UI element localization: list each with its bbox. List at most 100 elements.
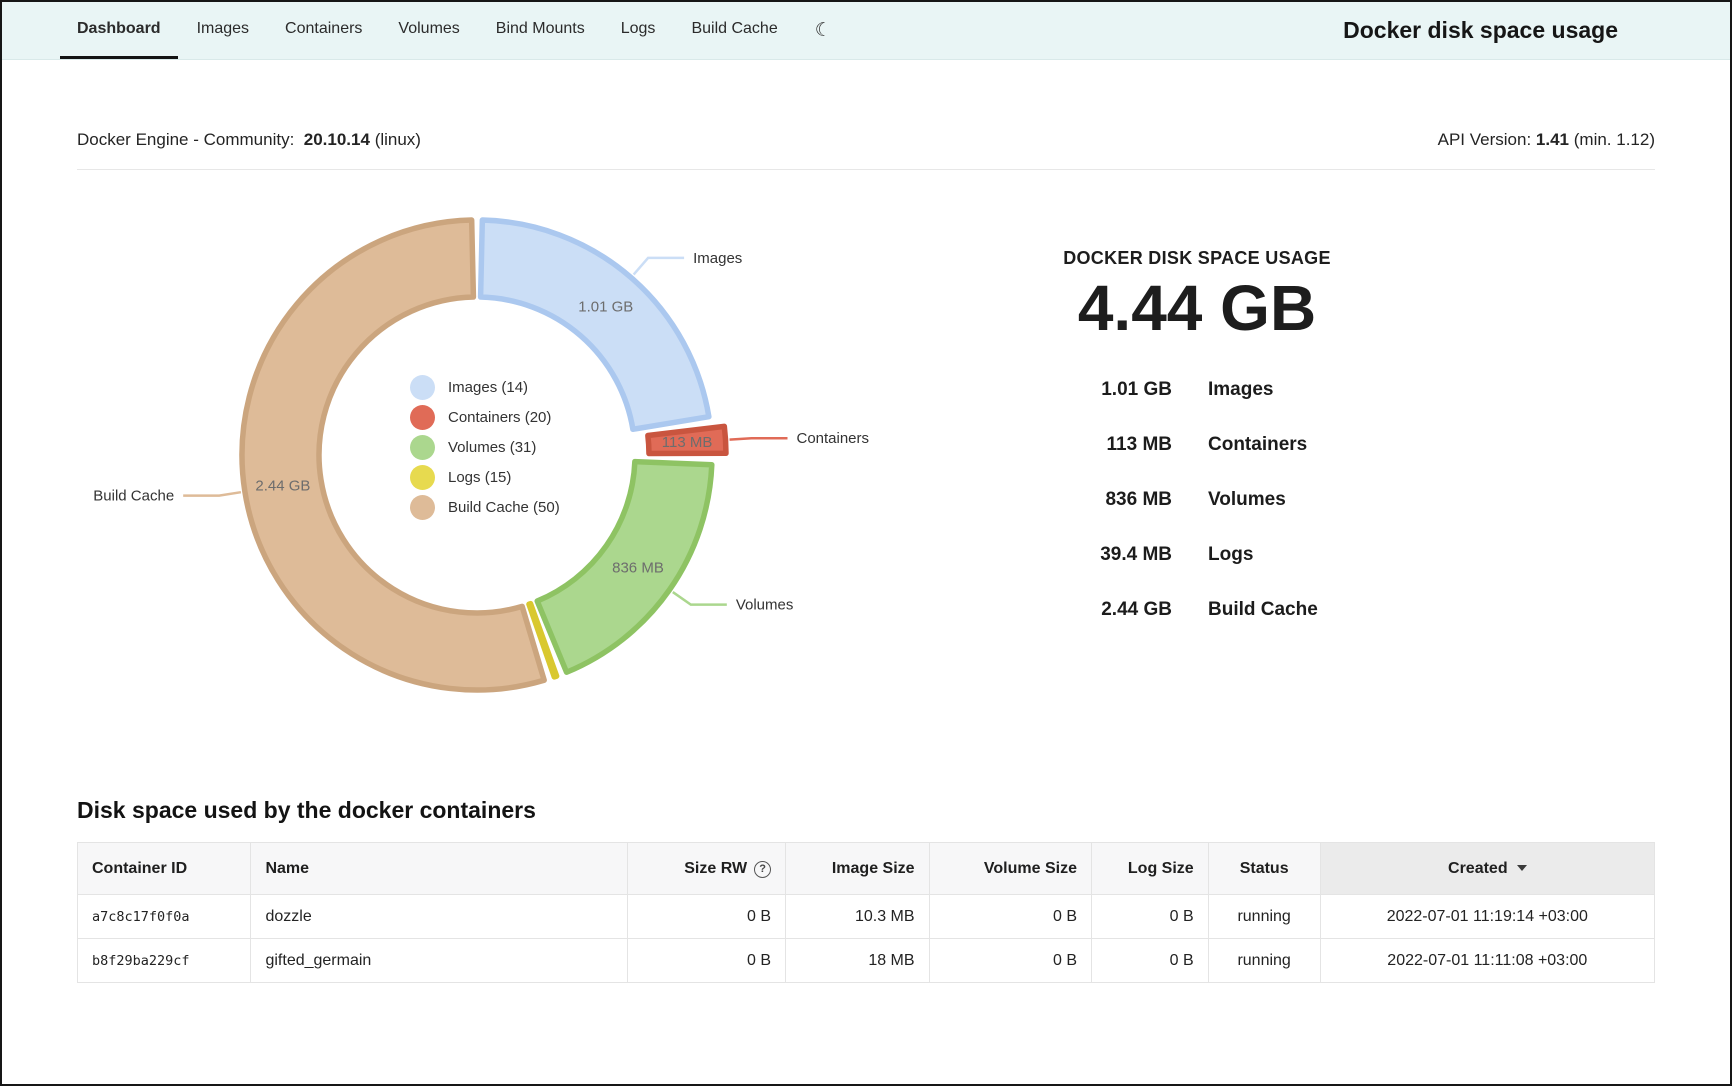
api-min-value: (min. 1.12) [1574,130,1655,149]
log-size-cell: 0 B [1091,939,1208,983]
donut-chart: 1.01 GB Images 113 MB Containers 836 MB Volum… [77,200,937,725]
summary-value: 836 MB [1022,489,1172,511]
tab-volumes[interactable]: Volumes [381,2,476,59]
legend-item-images[interactable]: Images (14) [410,372,560,402]
sort-desc-icon [1517,865,1527,871]
top-nav: Dashboard Images Containers Volumes Bind… [2,2,1730,60]
legend-label: Logs (15) [448,469,511,486]
column-header-size-rw: Size RW? [628,843,786,895]
summary-label: Images [1208,379,1452,401]
legend-label: Build Cache (50) [448,499,560,516]
engine-info-row: Docker Engine - Community: 20.10.14 (lin… [77,130,1655,150]
column-header-log-size: Log Size [1091,843,1208,895]
summary-heading: DOCKER DISK SPACE USAGE [1022,248,1452,269]
tab-dashboard[interactable]: Dashboard [60,2,178,59]
slice-name-label: Images [693,250,742,267]
summary-label: Containers [1208,434,1452,456]
created-cell: 2022-07-01 11:19:14 +03:00 [1320,895,1654,939]
slice-value-label: 836 MB [612,560,664,577]
app-window: Dashboard Images Containers Volumes Bind… [0,0,1732,1086]
legend-item-logs[interactable]: Logs (15) [410,462,560,492]
image-size-cell: 10.3 MB [786,895,930,939]
slice-value-label: 113 MB [662,434,713,451]
slice-leader-line [730,438,788,439]
help-icon[interactable]: ? [754,861,771,878]
containers-table: Container ID Name Size RW? Image Size Vo… [77,842,1655,983]
main-content: Docker Engine - Community: 20.10.14 (lin… [2,130,1730,983]
column-header-image-size: Image Size [786,843,930,895]
summary-label: Build Cache [1208,599,1452,621]
legend-label: Containers (20) [448,409,551,426]
summary-value: 39.4 MB [1022,544,1172,566]
legend-label: Images (14) [448,379,528,396]
slice-leader-line [634,258,684,275]
total-disk-usage: 4.44 GB [1022,271,1452,345]
summary-value: 1.01 GB [1022,379,1172,401]
created-label: Created [1448,860,1508,877]
summary-label: Volumes [1208,489,1452,511]
legend-label: Volumes (31) [448,439,536,456]
slice-value-label: 1.01 GB [578,299,633,316]
slice-name-label: Volumes [736,597,794,614]
moon-icon: ☾ [815,19,832,42]
container-name-cell: dozzle [251,895,628,939]
engine-version-value: 20.10.14 [304,130,370,149]
containers-table-heading: Disk space used by the docker containers [77,797,1655,824]
legend-item-build-cache[interactable]: Build Cache (50) [410,492,560,522]
status-cell: running [1208,895,1320,939]
summary-value: 2.44 GB [1022,599,1172,621]
volumes-legend-dot [410,435,435,460]
tab-images[interactable]: Images [180,2,266,59]
column-header-status: Status [1208,843,1320,895]
table-header-row: Container ID Name Size RW? Image Size Vo… [78,843,1655,895]
summary-label: Logs [1208,544,1452,566]
size-rw-label: Size RW [684,860,747,877]
chart-legend: Images (14) Containers (20) Volumes (31)… [410,372,560,522]
column-header-container-id: Container ID [78,843,251,895]
logs-legend-dot [410,465,435,490]
disk-usage-summary: DOCKER DISK SPACE USAGE 4.44 GB 1.01 GB … [1022,200,1452,725]
disk-usage-section: 1.01 GB Images 113 MB Containers 836 MB Volum… [77,200,1655,725]
slice-name-label: Build Cache [93,488,174,505]
table-row: a7c8c17f0f0a dozzle 0 B 10.3 MB 0 B 0 B … [78,895,1655,939]
slice-leader-line [673,592,727,605]
table-row: b8f29ba229cf gifted_germain 0 B 18 MB 0 … [78,939,1655,983]
api-version-text: API Version: 1.41 (min. 1.12) [1438,130,1655,150]
summary-value: 113 MB [1022,434,1172,456]
container-id-cell: b8f29ba229cf [78,939,251,983]
volume-size-cell: 0 B [929,939,1091,983]
log-size-cell: 0 B [1091,895,1208,939]
slice-value-label: 2.44 GB [255,478,310,495]
size-rw-cell: 0 B [628,939,786,983]
images-legend-dot [410,375,435,400]
legend-item-containers[interactable]: Containers (20) [410,402,560,432]
engine-os-value: (linux) [375,130,421,149]
size-rw-cell: 0 B [628,895,786,939]
slice-name-label: Containers [796,430,869,447]
created-cell: 2022-07-01 11:11:08 +03:00 [1320,939,1654,983]
api-version-value: 1.41 [1536,130,1569,149]
legend-item-volumes[interactable]: Volumes (31) [410,432,560,462]
tab-build-cache[interactable]: Build Cache [674,2,794,59]
tab-bind-mounts[interactable]: Bind Mounts [479,2,602,59]
engine-name-label: Docker Engine - Community: [77,130,294,149]
status-cell: running [1208,939,1320,983]
page-title: Docker disk space usage [1343,2,1618,59]
summary-grid: 1.01 GB Images 113 MB Containers 836 MB … [1022,379,1452,621]
container-name-cell: gifted_germain [251,939,628,983]
column-header-volume-size: Volume Size [929,843,1091,895]
engine-version-text: Docker Engine - Community: 20.10.14 (lin… [77,130,421,150]
container-id-cell: a7c8c17f0f0a [78,895,251,939]
section-divider [77,169,1655,170]
column-header-name: Name [251,843,628,895]
containers-legend-dot [410,405,435,430]
build-cache-legend-dot [410,495,435,520]
volume-size-cell: 0 B [929,895,1091,939]
api-version-label: API Version: [1438,130,1532,149]
tab-containers[interactable]: Containers [268,2,379,59]
column-header-created[interactable]: Created [1320,843,1654,895]
tab-logs[interactable]: Logs [604,2,673,59]
image-size-cell: 18 MB [786,939,930,983]
dark-mode-toggle[interactable]: ☾ [805,2,842,59]
slice-leader-line [183,492,241,495]
